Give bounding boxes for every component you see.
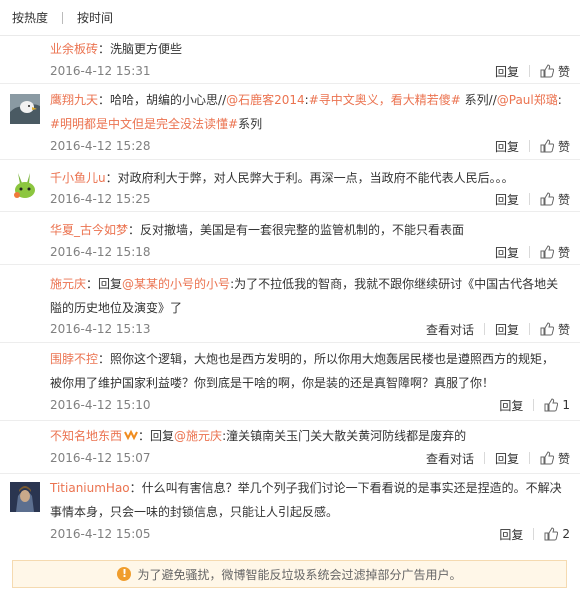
comment-item: TitianiumHao：什么叫有害信息？举几个列子我们讨论一下看看说的是事实还… [0,474,580,550]
comment-username[interactable]: 鹰翔九天 [50,93,98,107]
comment-content: 照你这个逻辑，大炮也是西方发明的，所以你用大炮轰居民楼也是遵照西方的规矩，被你用… [50,352,555,390]
like-button[interactable]: 1 [544,398,570,412]
comment-content: 洗脑更方便些 [110,42,183,56]
anti-spam-notice: ! 为了避免骚扰，微博智能反垃圾系统会过滤掉部分广告用户。 [12,560,567,588]
comment-text: 千小鱼儿u：对政府利大于弊，对人民弊大于利。再深一点，当政府不能代表人民后。。。 [50,171,514,185]
comment-time: 2016-4-12 15:18 [50,245,151,259]
comment-item: 施元庆：回复@某某的小号的小号:为了不拉低我的智商，我就不跟你继续研讨《中国古代… [0,265,580,343]
like-count: 赞 [557,64,570,79]
comment-text: TitianiumHao：什么叫有害信息？举几个列子我们讨论一下看看说的是事实还… [50,481,562,519]
comment-item: 千小鱼儿u：对政府利大于弊，对人民弊大于利。再深一点，当政府不能代表人民后。。。… [0,160,580,212]
comment-meta: 2016-4-12 15:13 查看对话 回复 赞 [50,319,570,339]
comment-item: 不知名地东西 ：回复@施元庆:潼关镇南关玉门关大散关黄河防线都是废弃的 2016-… [0,421,580,474]
comment-username[interactable]: 业余板砖 [50,42,98,56]
comment-meta: 2016-4-12 15:05 回复 2 [50,524,570,544]
comment-text: 围脖不控：照你这个逻辑，大炮也是西方发明的，所以你用大炮轰居民楼也是遵照西方的规… [50,352,555,390]
like-button[interactable]: 赞 [540,244,570,261]
topic-link[interactable]: #寻中文奥义，看大精若傻# [309,93,461,107]
like-button[interactable]: 赞 [540,450,570,467]
comment-text: 不知名地东西 ：回复@施元庆:潼关镇南关玉门关大散关黄河防线都是废弃的 [50,429,467,443]
like-button[interactable]: 2 [544,527,570,541]
avatar[interactable] [10,482,40,512]
view-conversation-button[interactable]: 查看对话 [426,321,474,338]
thumbs-up-icon [540,192,554,206]
comment-username[interactable]: 不知名地东西 [50,429,122,443]
avatar[interactable] [10,171,40,201]
comment-meta: 2016-4-12 15:18 回复 赞 [50,242,570,262]
eagle-avatar-icon [10,94,40,124]
like-button[interactable]: 赞 [540,138,570,155]
comment-time: 2016-4-12 15:05 [50,527,151,541]
reply-button[interactable]: 回复 [495,244,519,261]
comment-time: 2016-4-12 15:13 [50,322,151,336]
topic-link[interactable]: #明明都是中文但是完全没法读懂# [50,117,238,131]
warning-icon: ! [117,567,132,581]
mention-link[interactable]: @施元庆 [174,429,222,443]
vip-badge-icon [124,429,138,441]
comment-item: 业余板砖：洗脑更方便些 2016-4-12 15:31 回复 赞 [0,36,580,84]
comment-username[interactable]: 华夏_古今如梦 [50,223,128,237]
reply-button[interactable]: 回复 [499,526,523,543]
game-character-avatar-icon [10,482,40,512]
thumbs-up-icon [540,245,554,259]
sort-by-hot[interactable]: 按热度 [12,9,48,26]
avatar[interactable] [10,94,40,124]
reply-button[interactable]: 回复 [495,191,519,208]
reply-button[interactable]: 回复 [495,321,519,338]
like-count: 赞 [557,451,570,466]
comment-username[interactable]: 千小鱼儿u [50,171,106,185]
mention-link[interactable]: @石鹿客2014 [226,93,305,107]
divider [62,11,64,24]
like-count: 赞 [557,192,570,207]
thumbs-up-icon [540,139,554,153]
comment-meta: 2016-4-12 15:28 回复 赞 [50,136,570,156]
comment-meta: 2016-4-12 15:31 回复 赞 [50,61,570,81]
comment-text: 施元庆：回复@某某的小号的小号:为了不拉低我的智商，我就不跟你继续研讨《中国古代… [50,277,559,315]
like-count: 赞 [557,245,570,260]
comment-item: 华夏_古今如梦：反对撤墙，美国是有一套很完整的监管机制的，不能只看表面 2016… [0,212,580,265]
comment-time: 2016-4-12 15:28 [50,139,151,153]
comment-item: 围脖不控：照你这个逻辑，大炮也是西方发明的，所以你用大炮轰居民楼也是遵照西方的规… [0,343,580,421]
thumbs-up-icon [540,322,554,336]
like-button[interactable]: 赞 [540,63,570,80]
like-button[interactable]: 赞 [540,191,570,208]
comment-content: 对政府利大于弊，对人民弊大于利。再深一点，当政府不能代表人民后。。。 [117,171,514,185]
comment-content: 反对撤墙，美国是有一套很完整的监管机制的，不能只看表面 [140,223,465,237]
thumbs-up-icon [540,451,554,465]
thumbs-up-icon [540,64,554,78]
comment-meta: 2016-4-12 15:10 回复 1 [50,395,570,415]
mention-link[interactable]: @某某的小号的小号 [122,277,230,291]
reply-button[interactable]: 回复 [499,397,523,414]
comment-meta: 2016-4-12 15:07 查看对话 回复 赞 [50,448,570,468]
like-count: 1 [562,398,570,412]
view-conversation-button[interactable]: 查看对话 [426,450,474,467]
mention-link[interactable]: @Paul郑璐 [497,93,558,107]
comment-time: 2016-4-12 15:25 [50,192,151,206]
comment-username[interactable]: 围脖不控 [50,352,98,366]
thumbs-up-icon [544,398,559,412]
comment-time: 2016-4-12 15:31 [50,64,151,78]
comment-item: 鹰翔九天：哈哈，胡编的小心思//@石鹿客2014:#寻中文奥义，看大精若傻# 系… [0,84,580,160]
sort-bar: 按热度 按时间 [0,0,580,36]
comment-text: 鹰翔九天：哈哈，胡编的小心思//@石鹿客2014:#寻中文奥义，看大精若傻# 系… [50,93,562,131]
comment-time: 2016-4-12 15:10 [50,398,151,412]
comment-time: 2016-4-12 15:07 [50,451,151,465]
like-button[interactable]: 赞 [540,321,570,338]
comment-meta: 2016-4-12 15:25 回复 赞 [50,189,570,209]
like-count: 赞 [557,139,570,154]
reply-button[interactable]: 回复 [495,450,519,467]
comment-text: 华夏_古今如梦：反对撤墙，美国是有一套很完整的监管机制的，不能只看表面 [50,223,465,237]
comment-text: 业余板砖：洗脑更方便些 [50,42,183,56]
reply-button[interactable]: 回复 [495,63,519,80]
like-count: 2 [562,527,570,541]
rabbit-avatar-icon [10,171,40,201]
sort-by-time[interactable]: 按时间 [77,9,113,26]
like-count: 赞 [557,322,570,337]
thumbs-up-icon [544,527,559,541]
reply-button[interactable]: 回复 [495,138,519,155]
notice-text: 为了避免骚扰，微博智能反垃圾系统会过滤掉部分广告用户。 [137,567,462,582]
comment-username[interactable]: TitianiumHao [50,481,130,495]
comment-username[interactable]: 施元庆 [50,277,86,291]
